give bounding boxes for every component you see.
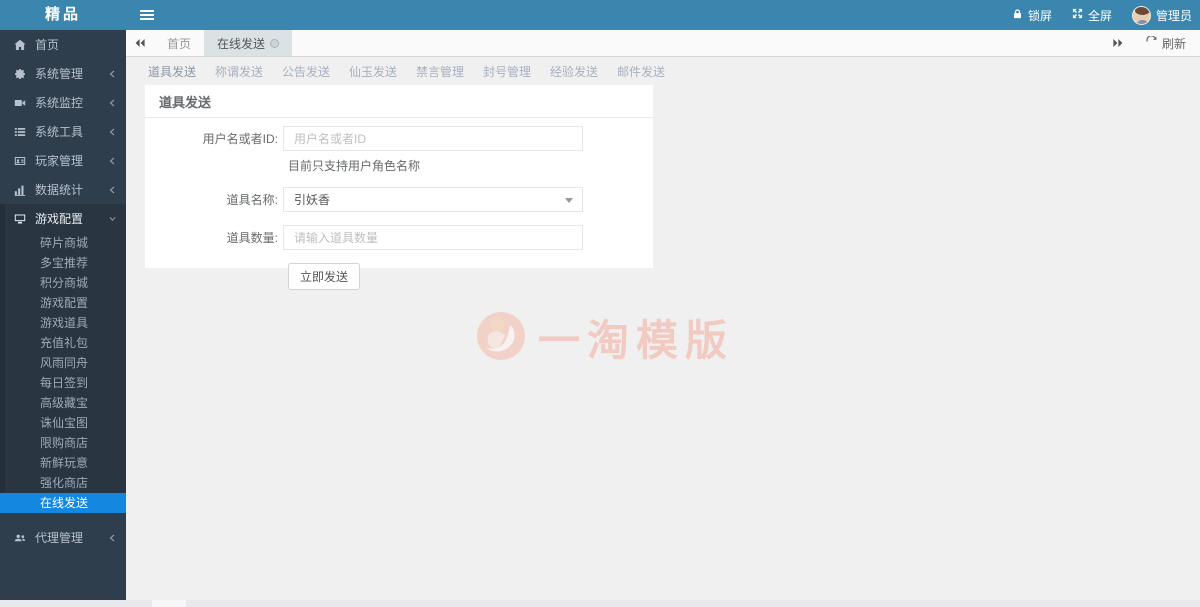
tab-close-icon[interactable] [270,39,279,48]
gear-icon [14,67,27,80]
sidebar-subitem[interactable]: 每日签到 [0,373,126,393]
users-icon [14,531,27,544]
sidebar-item-system-manage[interactable]: 系统管理 [0,59,126,88]
top-navbar: 精品 锁屏 全屏 管理员 [0,0,1200,30]
lock-screen-label: 锁屏 [1028,7,1052,24]
sidebar-item-label: 游戏配置 [35,210,83,227]
refresh-label: 刷新 [1162,35,1186,52]
sidebar-item-label: 数据统计 [35,181,83,198]
sidebar-subitem[interactable]: 积分商城 [0,273,126,293]
chevron-left-icon [109,99,116,107]
send-tab-7[interactable]: 经验发送 [550,63,598,80]
send-tab-5[interactable]: 禁言管理 [416,63,464,80]
sidebar-item-label: 系统工具 [35,123,83,140]
sidebar-item-player-manage[interactable]: 玩家管理 [0,146,126,175]
item-send-form: 用户名或者ID: 目前只支持用户角色名称 道具名称: 引妖香 道具数量: 立即发… [145,126,653,290]
fullscreen-label: 全屏 [1088,7,1112,24]
sidebar-subitem[interactable]: 新鲜玩意 [0,453,126,473]
sidebar-subitem[interactable]: 碎片商城 [0,233,126,253]
refresh-button[interactable]: 刷新 [1132,30,1200,56]
lock-screen-button[interactable]: 锁屏 [1012,7,1052,24]
chevron-left-icon [109,70,116,78]
lock-icon [1012,8,1023,23]
sidebar-submenu: 碎片商城多宝推荐积分商城游戏配置游戏道具充值礼包风雨同舟每日签到高级藏宝诛仙宝图… [0,233,126,513]
sidebar-subitem[interactable]: 强化商店 [0,473,126,493]
scrollbar-thumb[interactable] [152,600,186,607]
sidebar-subitem[interactable]: 多宝推荐 [0,253,126,273]
tabs-scroll-left-button[interactable] [126,30,154,56]
user-name: 管理员 [1156,7,1192,24]
sidebar-item-label: 首页 [35,36,59,53]
username-help-text: 目前只支持用户角色名称 [288,157,653,174]
watermark-text: 一淘模版 [538,307,734,368]
send-tab-1[interactable]: 道具发送 [148,63,196,80]
sidebar-item-game-config[interactable]: 游戏配置 [0,204,126,233]
sidebar-nav: 首页系统管理系统监控系统工具玩家管理数据统计游戏配置碎片商城多宝推荐积分商城游戏… [0,30,126,600]
sidebar-item-home[interactable]: 首页 [0,30,126,59]
item-send-panel: 道具发送 用户名或者ID: 目前只支持用户角色名称 道具名称: 引妖香 道具数量… [145,85,653,268]
chart-icon [14,183,27,196]
chevron-down-icon [109,215,116,223]
item-qty-label: 道具数量: [145,229,283,246]
sidebar-item-data-stats[interactable]: 数据统计 [0,175,126,204]
sidebar-subitem[interactable]: 高级藏宝 [0,393,126,413]
page-tabbar: 首页 在线发送 刷新 [126,30,1200,57]
home-icon [14,38,27,51]
sidebar-subitem[interactable]: 限购商店 [0,433,126,453]
send-tab-6[interactable]: 封号管理 [483,63,531,80]
item-name-label: 道具名称: [145,191,283,208]
video-icon [14,96,27,109]
sidebar-item-label: 系统监控 [35,94,83,111]
sidebar-item-system-tools[interactable]: 系统工具 [0,117,126,146]
item-qty-input[interactable] [283,225,583,250]
sidebar-item-label: 系统管理 [35,65,83,82]
user-avatar [1132,6,1151,25]
sidebar-subitem[interactable]: 游戏配置 [0,293,126,313]
sidebar-item-label: 玩家管理 [35,152,83,169]
item-name-selected-value: 引妖香 [294,191,330,208]
sidebar-open-group: 游戏配置碎片商城多宝推荐积分商城游戏配置游戏道具充值礼包风雨同舟每日签到高级藏宝… [0,204,126,513]
desktop-icon [14,212,27,225]
app-logo: 精品 [0,0,126,30]
sidebar-subitem[interactable]: 游戏道具 [0,313,126,333]
username-input[interactable] [283,126,583,151]
sidebar-item-label: 代理管理 [35,529,83,546]
tab-home[interactable]: 首页 [154,30,204,56]
chevron-left-icon [109,157,116,165]
send-tab-8[interactable]: 邮件发送 [617,63,665,80]
list-icon [14,125,27,138]
refresh-icon [1146,36,1157,50]
chevron-down-icon [565,198,573,203]
watermark: 一淘模版 [476,307,734,368]
user-menu[interactable]: 管理员 [1132,6,1192,25]
send-tab-2[interactable]: 称谓发送 [215,63,263,80]
send-type-tabs: 道具发送 称谓发送 公告发送 仙玉发送 禁言管理 封号管理 经验发送 邮件发送 [126,57,1200,85]
sidebar-item-agent-manage[interactable]: 代理管理 [0,523,126,552]
chevron-left-icon [109,534,116,542]
chevron-left-icon [109,128,116,136]
sidebar-subitem-active[interactable]: 在线发送 [0,493,126,513]
watermark-logo-icon [476,311,526,364]
tabs-scroll-right-button[interactable] [1104,30,1132,56]
panel-title: 道具发送 [145,85,653,118]
main-area: 首页 在线发送 刷新 道具发送 称谓发送 公告发送 仙玉发送 禁言管理 封号管理 经验发送 邮… [126,30,1200,600]
sidebar-subitem[interactable]: 风雨同舟 [0,353,126,373]
chevron-left-icon [109,186,116,194]
send-tab-3[interactable]: 公告发送 [282,63,330,80]
sidebar-toggle-button[interactable] [126,0,168,30]
send-tab-4[interactable]: 仙玉发送 [349,63,397,80]
tab-online-send[interactable]: 在线发送 [204,30,292,56]
sidebar-subitem[interactable]: 充值礼包 [0,333,126,353]
item-name-select[interactable]: 引妖香 [283,187,583,212]
content-area: 道具发送 称谓发送 公告发送 仙玉发送 禁言管理 封号管理 经验发送 邮件发送 道具发送 用户… [126,57,1200,600]
sidebar-subitem[interactable]: 诛仙宝图 [0,413,126,433]
send-now-button[interactable]: 立即发送 [288,263,360,290]
sidebar-item-system-monitor[interactable]: 系统监控 [0,88,126,117]
username-label: 用户名或者ID: [145,130,283,147]
id-card-icon [14,154,27,167]
horizontal-scrollbar[interactable] [0,600,1200,607]
fullscreen-button[interactable]: 全屏 [1072,7,1112,24]
fullscreen-icon [1072,8,1083,22]
